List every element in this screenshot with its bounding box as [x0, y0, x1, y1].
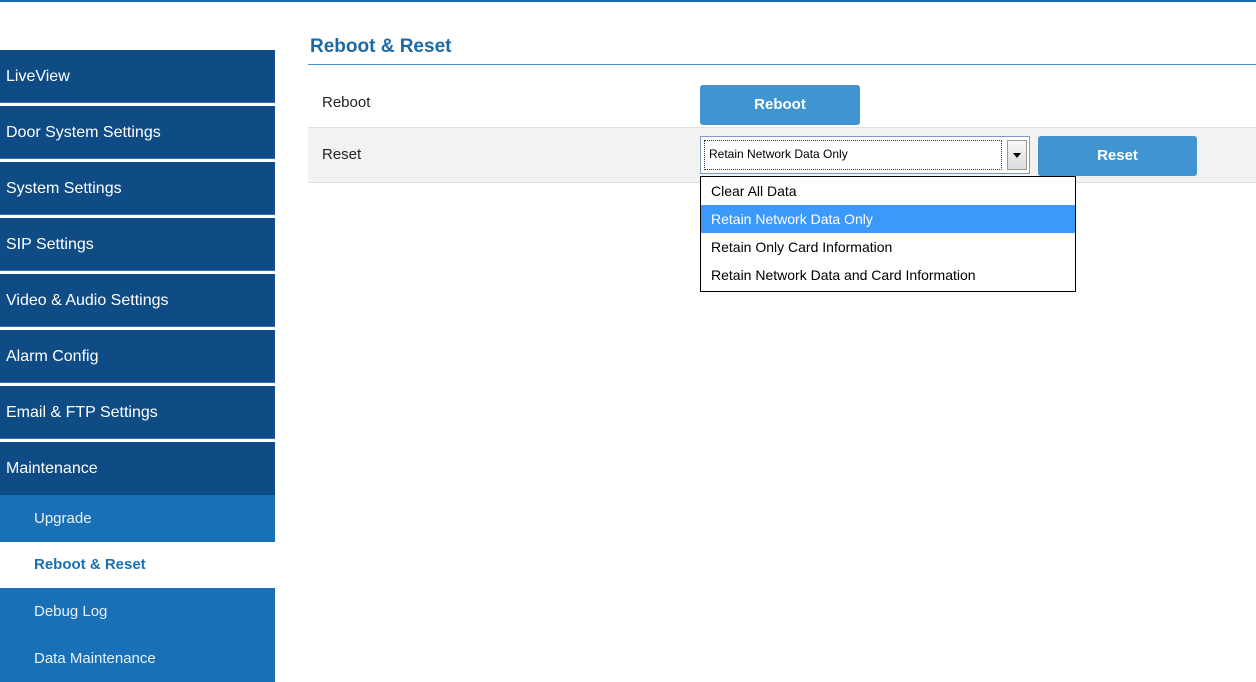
sidebar-item-email-ftp-settings[interactable]: Email & FTP Settings [0, 386, 275, 439]
submenu-item-data-maintenance[interactable]: Data Maintenance [0, 635, 275, 682]
sidebar: LiveView Door System Settings System Set… [0, 2, 275, 682]
title-divider [308, 64, 1256, 65]
dropdown-option-retain-network-and-card[interactable]: Retain Network Data and Card Information [701, 261, 1075, 289]
maintenance-submenu: Upgrade Reboot & Reset Debug Log Data Ma… [0, 495, 275, 682]
dropdown-option-clear-all-data[interactable]: Clear All Data [701, 177, 1075, 205]
sidebar-item-alarm-config[interactable]: Alarm Config [0, 330, 275, 383]
sidebar-item-video-audio-settings[interactable]: Video & Audio Settings [0, 274, 275, 327]
page-title: Reboot & Reset [310, 36, 452, 57]
sidebar-header-spacer [0, 2, 275, 50]
sidebar-item-sip-settings[interactable]: SIP Settings [0, 218, 275, 271]
sidebar-item-liveview[interactable]: LiveView [0, 50, 275, 103]
reset-select-value: Retain Network Data Only [704, 140, 1002, 170]
sidebar-item-system-settings[interactable]: System Settings [0, 162, 275, 215]
reset-option-dropdown: Clear All Data Retain Network Data Only … [700, 176, 1076, 292]
reboot-button[interactable]: Reboot [700, 85, 860, 125]
sidebar-item-maintenance[interactable]: Maintenance [0, 442, 275, 495]
reset-label: Reset [322, 146, 362, 163]
submenu-item-reboot-reset[interactable]: Reboot & Reset [0, 542, 275, 588]
main-content: Reboot & Reset Reboot Reboot Reset Retai… [275, 2, 1256, 679]
dropdown-option-retain-network-data-only[interactable]: Retain Network Data Only [701, 205, 1075, 233]
dropdown-option-retain-only-card-information[interactable]: Retain Only Card Information [701, 233, 1075, 261]
chevron-down-icon[interactable] [1007, 140, 1027, 170]
sidebar-item-door-system-settings[interactable]: Door System Settings [0, 106, 275, 159]
reboot-label: Reboot [322, 94, 371, 111]
reset-option-select[interactable]: Retain Network Data Only [700, 136, 1030, 174]
reset-button[interactable]: Reset [1038, 136, 1197, 176]
submenu-item-upgrade[interactable]: Upgrade [0, 495, 275, 542]
submenu-item-debug-log[interactable]: Debug Log [0, 588, 275, 635]
